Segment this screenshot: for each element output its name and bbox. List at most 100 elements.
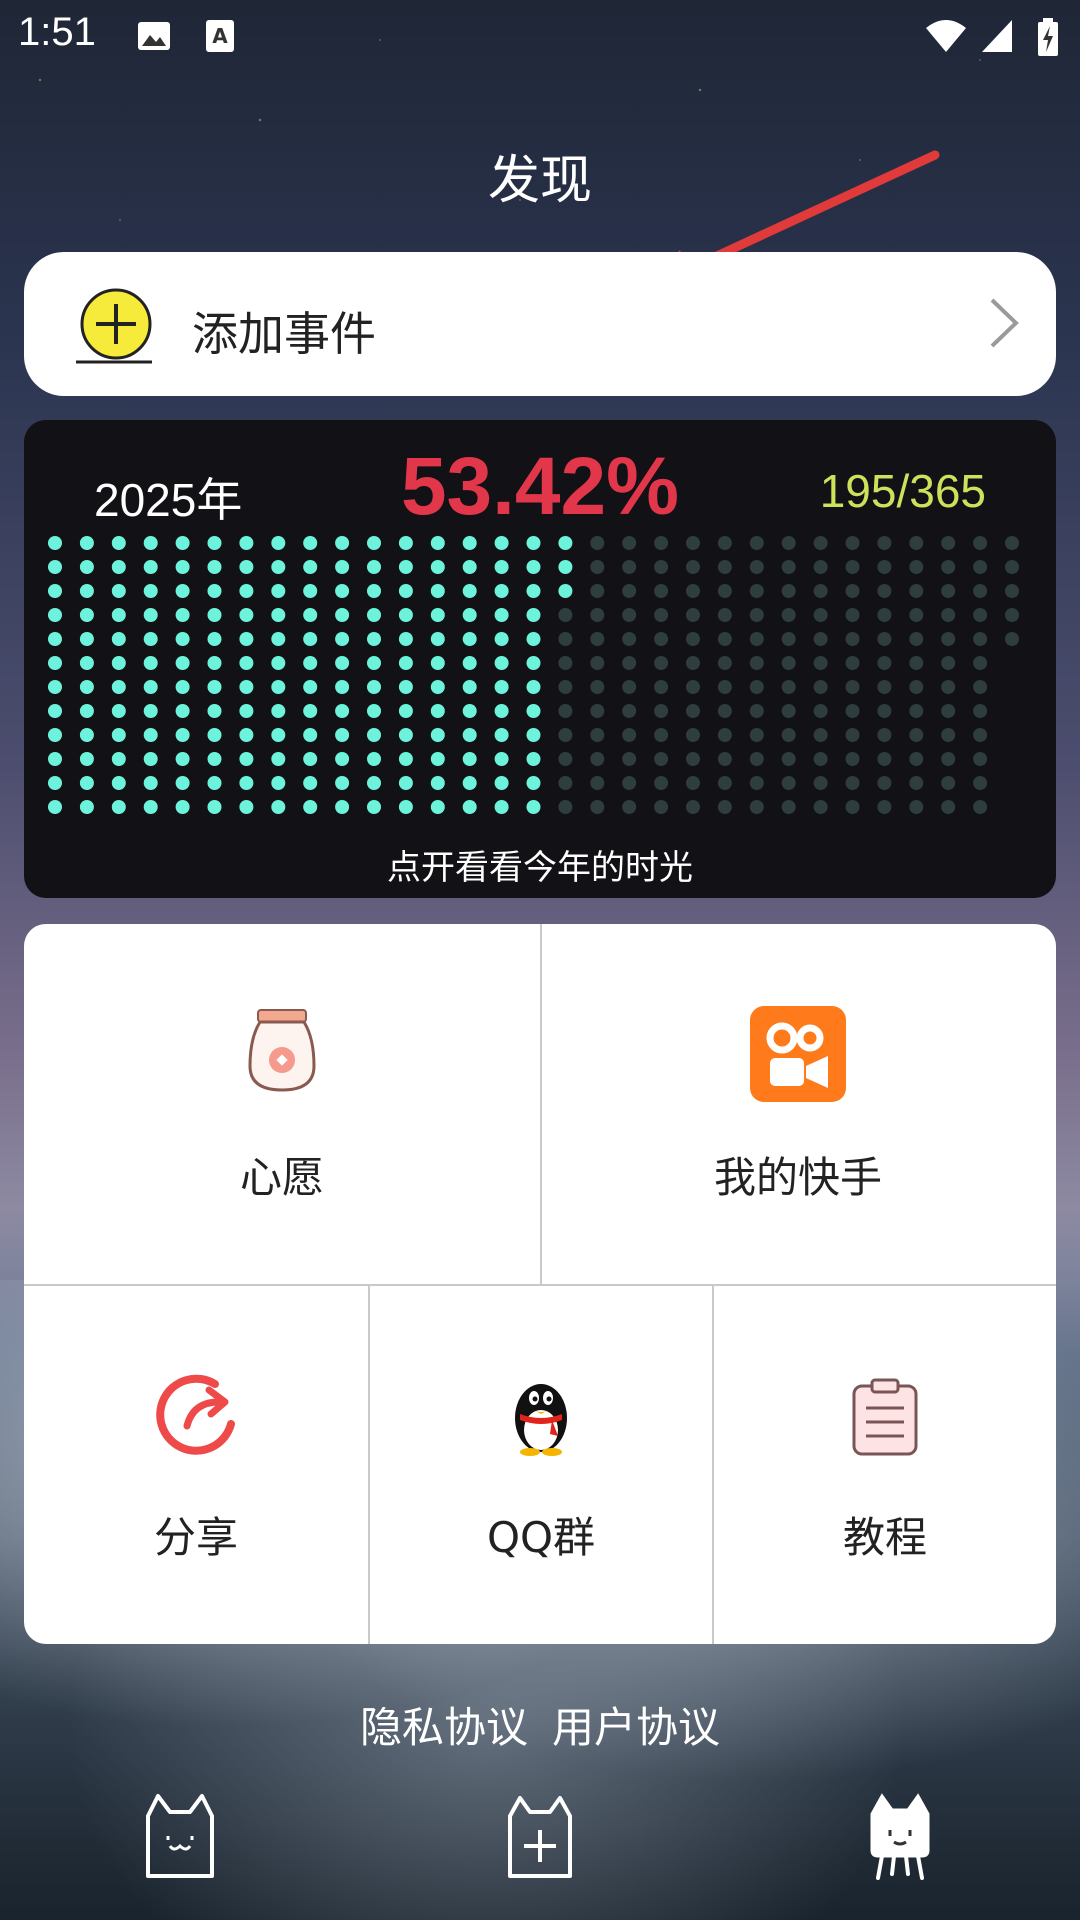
day-dot-remaining — [686, 632, 700, 646]
day-dot-remaining — [558, 704, 573, 718]
day-dot-passed — [494, 584, 509, 598]
day-dot-passed — [239, 800, 254, 814]
user-agreement-link[interactable]: 用户协议 — [552, 1703, 720, 1752]
day-dot-passed — [526, 584, 541, 598]
day-dot-remaining — [622, 608, 637, 622]
day-dot-passed — [48, 656, 62, 670]
share-button[interactable]: 分享 — [24, 1286, 368, 1644]
day-dot-passed — [271, 656, 286, 670]
day-dot-passed — [430, 584, 445, 598]
day-dot-remaining — [813, 752, 828, 766]
day-dot-remaining — [590, 680, 605, 694]
day-dot-remaining — [877, 560, 892, 574]
day-dot-passed — [494, 704, 509, 718]
day-dot-remaining — [654, 728, 669, 742]
day-dot-remaining — [622, 656, 637, 670]
privacy-link[interactable]: 隐私协议 — [360, 1703, 528, 1752]
day-dot-passed — [175, 680, 190, 694]
day-dot-passed — [430, 800, 445, 814]
kuaishou-button[interactable]: 我的快手 — [540, 924, 1056, 1284]
day-dot-passed — [175, 728, 190, 742]
day-dot-remaining — [686, 536, 700, 550]
day-dot-passed — [207, 536, 222, 550]
day-dot-remaining — [654, 560, 669, 574]
day-dot-remaining — [558, 800, 573, 814]
day-dot-passed — [271, 608, 286, 622]
nav-add-icon[interactable] — [500, 1790, 580, 1884]
day-dot-passed — [398, 752, 413, 766]
nav-home-cat-icon[interactable] — [140, 1790, 220, 1884]
day-dot-passed — [494, 608, 509, 622]
day-dot-remaining — [813, 632, 828, 646]
day-dot-remaining — [622, 728, 637, 742]
day-dot-passed — [79, 584, 94, 598]
nav-discover-cat-icon[interactable] — [860, 1790, 940, 1884]
qq-group-button[interactable]: QQ群 — [370, 1286, 712, 1644]
day-dot-remaining — [558, 680, 573, 694]
day-dot-passed — [207, 560, 222, 574]
day-dot-remaining — [973, 728, 988, 742]
day-dot-passed — [398, 560, 413, 574]
day-dot-passed — [398, 584, 413, 598]
day-dot-passed — [143, 608, 158, 622]
day-dot-remaining — [941, 536, 956, 550]
day-dot-remaining — [877, 752, 892, 766]
day-dot-passed — [430, 776, 445, 790]
day-dot-remaining — [973, 704, 988, 718]
day-dot-passed — [398, 632, 413, 646]
day-dot-passed — [494, 632, 509, 646]
day-dot-passed — [111, 536, 126, 550]
day-dot-passed — [271, 632, 286, 646]
day-dot-remaining — [749, 584, 764, 598]
day-dot-passed — [367, 656, 381, 670]
day-dot-remaining — [590, 536, 605, 550]
day-dot-passed — [143, 728, 158, 742]
wish-button[interactable]: 心愿 — [24, 924, 540, 1284]
day-dot-passed — [79, 728, 94, 742]
day-dot-passed — [526, 656, 541, 670]
day-dot-remaining — [909, 656, 924, 670]
day-dot-remaining — [686, 800, 700, 814]
day-dot-passed — [462, 608, 477, 622]
day-dot-passed — [526, 800, 541, 814]
day-dot-remaining — [909, 560, 924, 574]
day-dot-passed — [494, 560, 509, 574]
status-bar: 1:51 A — [0, 0, 1080, 72]
day-dot-remaining — [909, 728, 924, 742]
day-dot-remaining — [590, 752, 605, 766]
day-dot-remaining — [717, 680, 732, 694]
day-dot-passed — [271, 728, 286, 742]
day-dot-passed — [79, 800, 94, 814]
day-dot-remaining — [590, 800, 605, 814]
day-dot-passed — [207, 608, 222, 622]
day-dot-remaining — [686, 680, 700, 694]
day-dot-passed — [79, 680, 94, 694]
day-dot-remaining — [654, 800, 669, 814]
day-dot-passed — [111, 608, 126, 622]
day-dot-passed — [367, 632, 381, 646]
day-dot-remaining — [973, 608, 988, 622]
day-dot-passed — [430, 536, 445, 550]
tutorial-button[interactable]: 教程 — [714, 1286, 1056, 1644]
bottom-nav — [0, 1790, 1080, 1900]
day-dot-passed — [79, 536, 94, 550]
day-dot-remaining — [686, 776, 700, 790]
day-dot-passed — [335, 584, 350, 598]
day-dot-remaining — [973, 536, 988, 550]
day-dot-remaining — [877, 776, 892, 790]
add-event-card[interactable]: 添加事件 — [24, 252, 1056, 396]
wifi-icon — [924, 18, 968, 58]
day-dot-remaining — [845, 728, 860, 742]
day-dot-remaining — [877, 728, 892, 742]
day-dot-passed — [239, 704, 254, 718]
day-dot-passed — [462, 560, 477, 574]
day-dot-remaining — [845, 656, 860, 670]
day-dot-passed — [462, 704, 477, 718]
day-dot-passed — [430, 704, 445, 718]
year-progress-card[interactable]: 2025年 53.42% 195/365 点开看看今年的时光 — [24, 420, 1056, 898]
add-event-label: 添加事件 — [192, 307, 376, 361]
day-dot-remaining — [1005, 536, 1019, 550]
day-dot-remaining — [654, 536, 669, 550]
day-dot-remaining — [717, 560, 732, 574]
day-dot-passed — [430, 656, 445, 670]
